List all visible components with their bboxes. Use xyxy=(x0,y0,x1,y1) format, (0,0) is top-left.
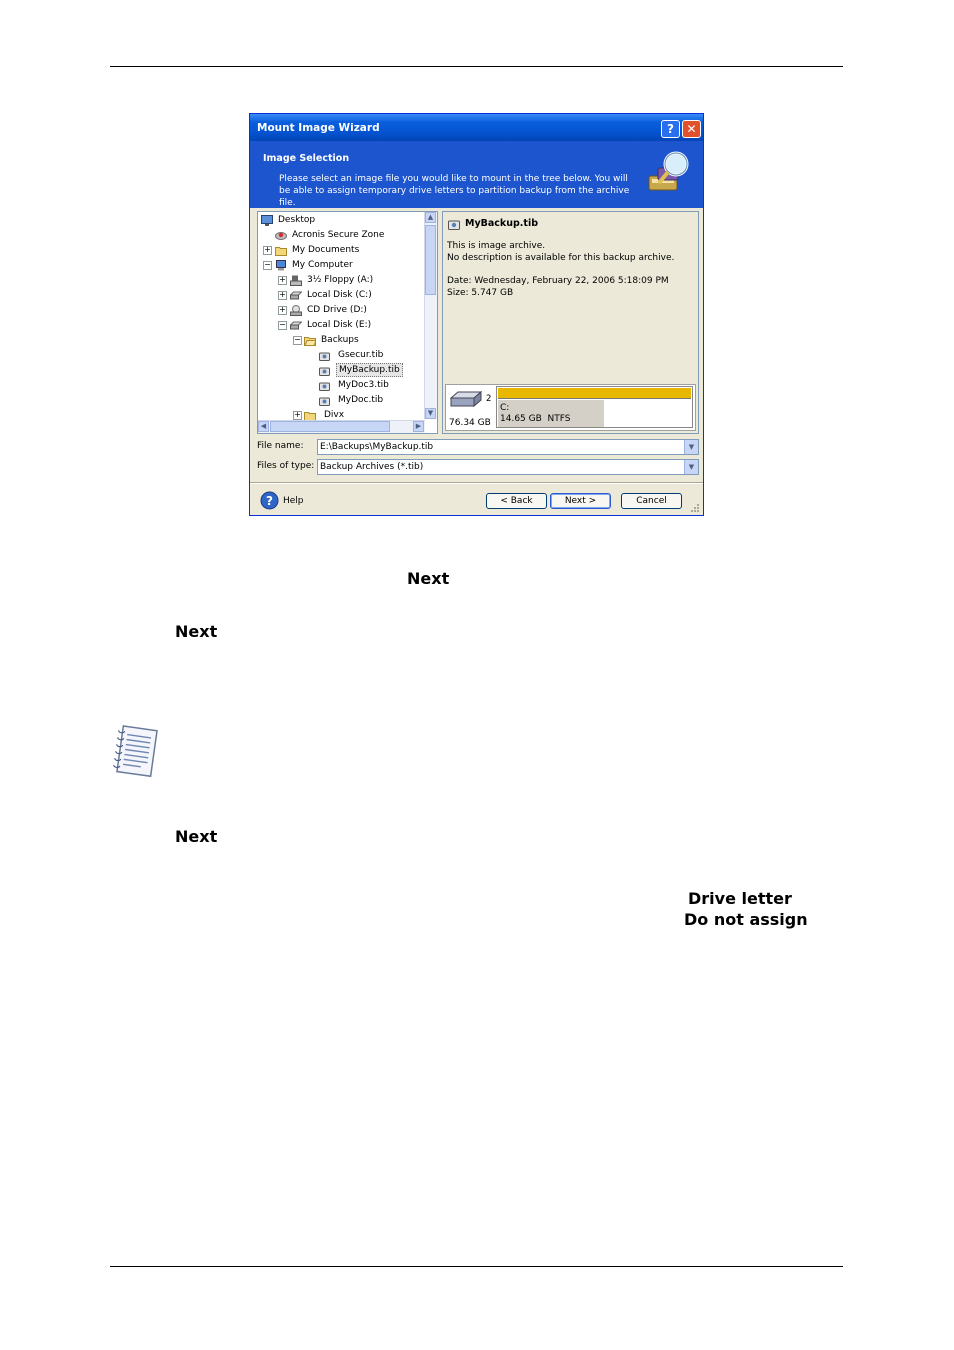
footer-rule xyxy=(110,1266,843,1267)
title-close-button[interactable]: ✕ xyxy=(682,120,701,138)
footer-separator xyxy=(250,482,703,484)
folder-icon xyxy=(275,247,287,256)
title-bar[interactable]: Mount Image Wizard ? ✕ xyxy=(250,114,703,141)
files-of-type-value[interactable]: Backup Archives (*.tib) xyxy=(320,462,423,472)
tree-label: CD Drive (D:) xyxy=(307,305,367,315)
disk-icon xyxy=(290,291,302,300)
wizard-header: Image Selection Please select an image f… xyxy=(250,141,703,208)
tree-horizontal-scrollbar[interactable]: ◀ ▶ xyxy=(258,420,425,433)
window-title: Mount Image Wizard xyxy=(257,122,380,134)
tree-label: Local Disk (C:) xyxy=(307,290,372,300)
expand-toggle[interactable]: − xyxy=(263,261,272,270)
partition-letter: C: xyxy=(500,403,510,413)
next-keyword-3: Next xyxy=(175,827,218,846)
tree-label-selected: MyBackup.tib xyxy=(336,363,403,377)
next-keyword-1: Next xyxy=(407,569,450,588)
disk-map: 2 76.34 GB C: 14.65 GB NTFS xyxy=(445,384,696,431)
tree-label: My Documents xyxy=(292,245,360,255)
partition-color-bar xyxy=(498,388,691,399)
archive-icon xyxy=(319,352,330,361)
scroll-up-arrow-icon[interactable]: ▲ xyxy=(425,212,436,223)
archive-size: Size: 5.747 GB xyxy=(447,288,514,298)
tree-label: Gsecur.tib xyxy=(338,350,384,360)
tree-label: 3½ Floppy (A:) xyxy=(307,275,374,285)
drive-letter-keyword: Drive letter xyxy=(688,889,792,908)
file-name-value[interactable]: E:\Backups\MyBackup.tib xyxy=(320,442,433,452)
chevron-down-icon[interactable]: ▼ xyxy=(684,460,698,474)
archive-file-name: MyBackup.tib xyxy=(465,218,539,229)
tree-label: MyDoc.tib xyxy=(338,395,384,405)
scroll-right-arrow-icon[interactable]: ▶ xyxy=(413,421,424,432)
archive-icon xyxy=(319,367,330,376)
tree-label: Local Disk (E:) xyxy=(307,320,372,330)
files-of-type-label: Files of type: xyxy=(257,461,315,471)
back-button[interactable]: < Back xyxy=(486,493,547,509)
next-button[interactable]: Next > xyxy=(550,493,611,509)
mount-image-wizard-dialog: Mount Image Wizard ? ✕ Image Selection P… xyxy=(249,113,704,516)
expand-toggle[interactable]: − xyxy=(278,321,287,330)
resize-grip-icon[interactable] xyxy=(690,503,700,513)
computer-icon xyxy=(276,260,286,271)
partition-block[interactable]: C: 14.65 GB NTFS xyxy=(496,386,693,428)
folder-tree[interactable]: Desktop Acronis Secure Zone + My Documen… xyxy=(257,211,438,434)
tree-label: Desktop xyxy=(278,215,316,225)
cancel-button[interactable]: Cancel xyxy=(621,493,682,509)
svg-text:?: ? xyxy=(266,494,273,508)
hard-disk-icon xyxy=(450,390,482,408)
archive-line-2: No description is available for this bac… xyxy=(447,253,675,263)
expand-toggle[interactable]: + xyxy=(278,306,287,315)
do-not-assign-keyword: Do not assign xyxy=(684,910,808,929)
tree-label: Backups xyxy=(321,335,359,345)
chevron-down-icon[interactable]: ▼ xyxy=(684,440,698,454)
expand-toggle[interactable]: + xyxy=(293,411,302,420)
scroll-left-arrow-icon[interactable]: ◀ xyxy=(258,421,269,432)
header-title: Image Selection xyxy=(263,153,350,164)
scroll-thumb[interactable] xyxy=(425,225,436,295)
help-link[interactable]: Help xyxy=(283,496,304,506)
desktop-icon xyxy=(261,215,273,226)
tree-label: MyDoc3.tib xyxy=(338,380,389,390)
archive-icon xyxy=(319,382,330,391)
archive-date: Date: Wednesday, February 22, 2006 5:18:… xyxy=(447,276,669,286)
disk-icon xyxy=(290,321,302,330)
scroll-down-arrow-icon[interactable]: ▼ xyxy=(425,408,436,419)
file-name-label: File name: xyxy=(257,441,304,451)
expand-toggle[interactable]: + xyxy=(263,246,272,255)
archive-icon xyxy=(319,397,330,406)
header-description: Please select an image file you would li… xyxy=(279,174,630,208)
scroll-thumb-horizontal[interactable] xyxy=(270,421,390,432)
cd-icon xyxy=(290,305,302,316)
tree-vertical-scrollbar[interactable]: ▲ ▼ xyxy=(424,212,437,419)
floppy-icon xyxy=(290,275,302,286)
next-keyword-2: Next xyxy=(175,622,218,641)
disk-size: 76.34 GB xyxy=(449,418,491,428)
help-icon[interactable]: ? xyxy=(260,491,279,510)
disk-number: 2 xyxy=(486,394,492,404)
archive-info-panel: MyBackup.tib This is image archive. No d… xyxy=(442,211,699,434)
partition-info: 14.65 GB NTFS xyxy=(500,414,571,424)
file-name-combo[interactable]: E:\Backups\MyBackup.tib ▼ xyxy=(317,439,699,455)
tree-label: Acronis Secure Zone xyxy=(292,230,385,240)
header-rule xyxy=(110,66,843,67)
expand-toggle[interactable]: + xyxy=(278,276,287,285)
secure-zone-icon xyxy=(275,232,287,240)
expand-toggle[interactable]: − xyxy=(293,336,302,345)
magnifier-disk-icon xyxy=(648,151,689,191)
archive-icon xyxy=(448,220,460,230)
files-of-type-combo[interactable]: Backup Archives (*.tib) ▼ xyxy=(317,459,699,475)
folder-open-icon xyxy=(304,337,316,346)
note-icon xyxy=(113,725,158,778)
title-help-button[interactable]: ? xyxy=(661,120,680,138)
archive-line-1: This is image archive. xyxy=(447,241,546,251)
expand-toggle[interactable]: + xyxy=(278,291,287,300)
tree-label: My Computer xyxy=(292,260,353,270)
